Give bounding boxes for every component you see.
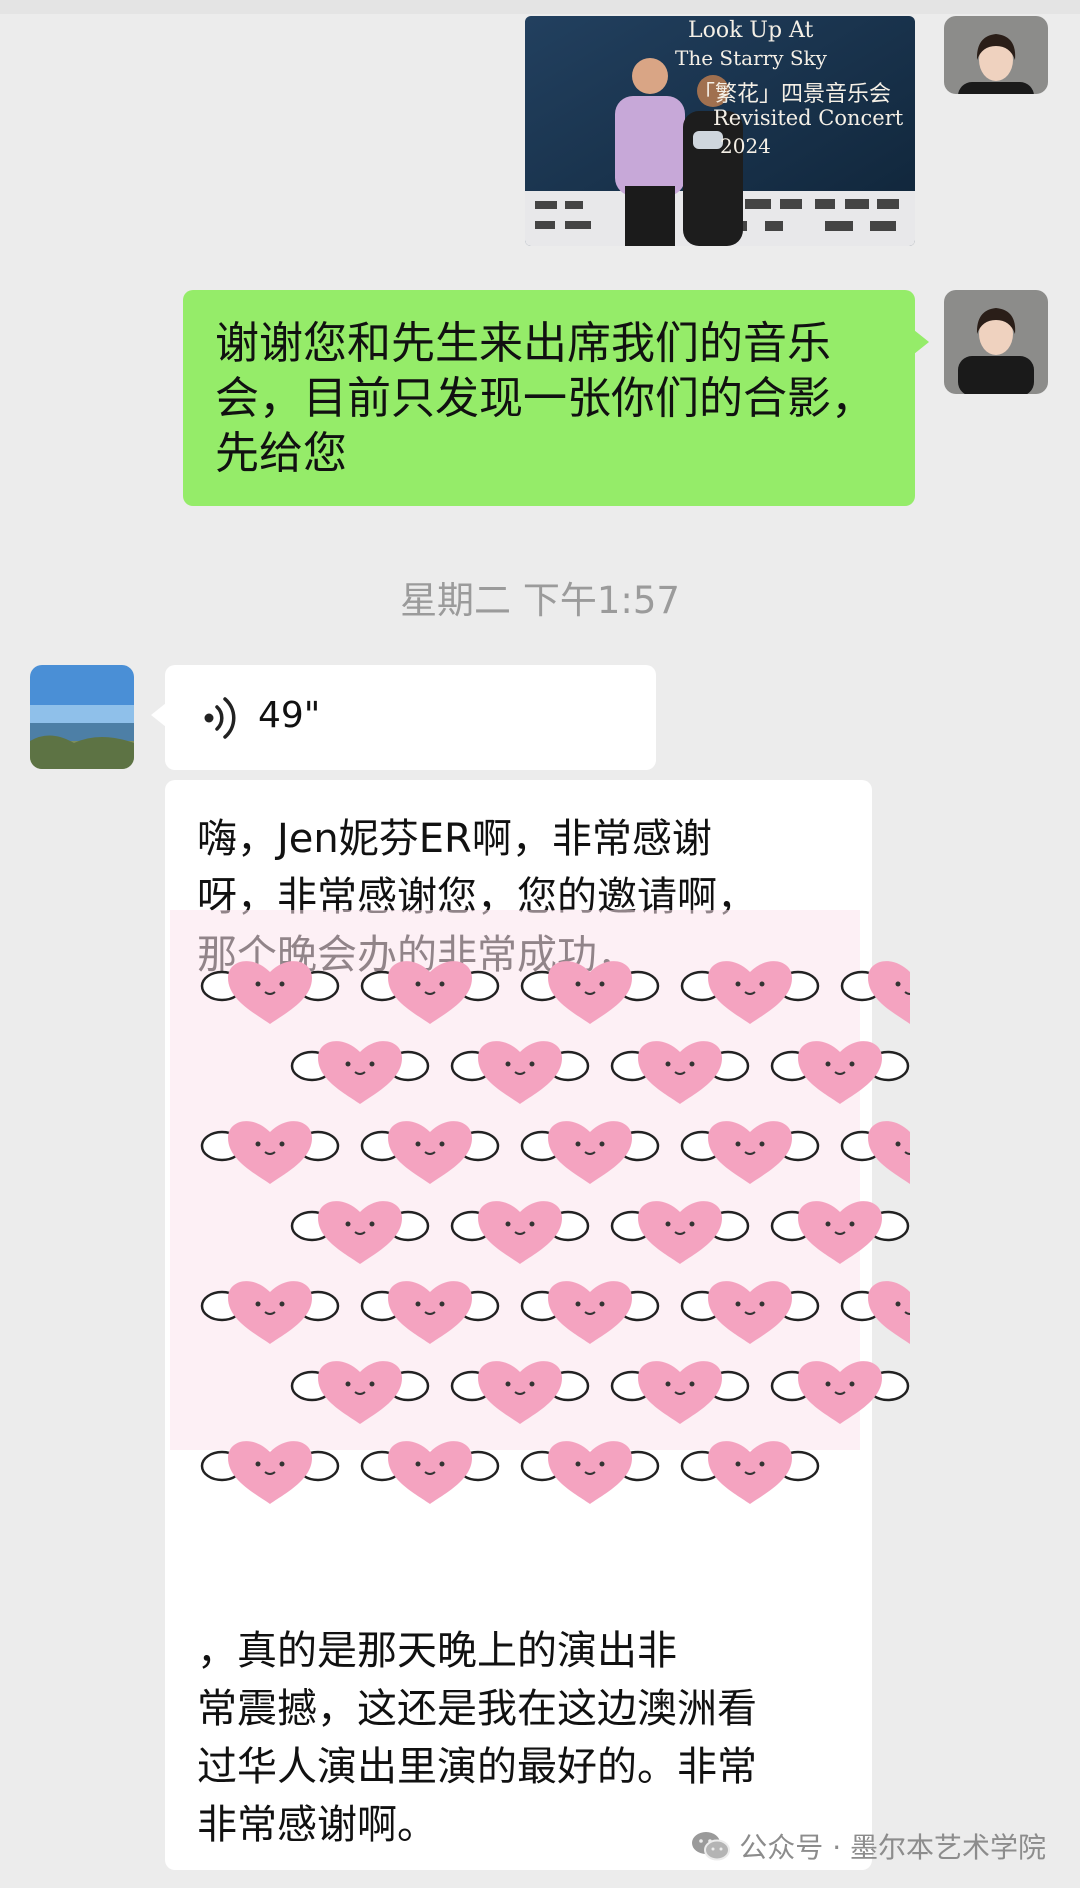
transcript-line: 那个晚会办的非常成功， xyxy=(197,932,637,978)
self-avatar[interactable] xyxy=(944,16,1048,94)
wechat-icon xyxy=(692,1832,731,1861)
photo-message[interactable]: Look Up At The Starry Sky 「繁花」四景音乐会 Revi… xyxy=(525,16,915,246)
transcript-line: 常震撼，这还是我在这边澳洲看 xyxy=(197,1686,757,1732)
transcript-line: 过华人演出里演的最好的。非常 xyxy=(197,1744,757,1790)
poster-line-2: The Starry Sky xyxy=(675,46,827,70)
time-separator: 星期二 下午1:57 xyxy=(400,579,680,622)
outgoing-message[interactable]: 谢谢您和先生来出席我们的音乐 会，目前只发现一张你们的合影， 先给您 xyxy=(183,290,929,506)
transcript-line: 呀，非常感谢您，您的邀请啊， xyxy=(197,874,757,920)
voice-duration: 49" xyxy=(258,695,321,736)
voice-message[interactable]: 49" xyxy=(151,665,656,770)
watermark: 公众号 · 墨尔本艺术学院 xyxy=(691,1826,1046,1866)
message-line: 谢谢您和先生来出席我们的音乐 xyxy=(215,318,831,369)
poster-line-5: 2024 xyxy=(720,134,771,158)
top-divider xyxy=(0,0,1080,14)
voice-transcript[interactable]: 嗨，Jen妮芬ER啊，非常感谢 呀，非常感谢您，您的邀请啊， 那个晚会办的非常成… xyxy=(165,780,872,1870)
transcript-line: ，真的是那天晚上的演出非 xyxy=(197,1628,677,1674)
message-line: 会，目前只发现一张你们的合影， xyxy=(215,373,875,424)
poster-line-3: 「繁花」四景音乐会 xyxy=(693,82,892,107)
voice-wave-icon xyxy=(204,697,236,739)
poster-line-1: Look Up At xyxy=(688,18,814,43)
poster-line-4: Revisited Concert xyxy=(713,106,904,130)
watermark-label: 公众号 · 墨尔本艺术学院 xyxy=(739,1831,1046,1864)
contact-avatar[interactable] xyxy=(30,665,134,769)
self-avatar[interactable] xyxy=(944,290,1048,394)
transcript-line: 嗨，Jen妮芬ER啊，非常感谢 xyxy=(197,816,712,862)
message-line: 先给您 xyxy=(215,428,347,479)
